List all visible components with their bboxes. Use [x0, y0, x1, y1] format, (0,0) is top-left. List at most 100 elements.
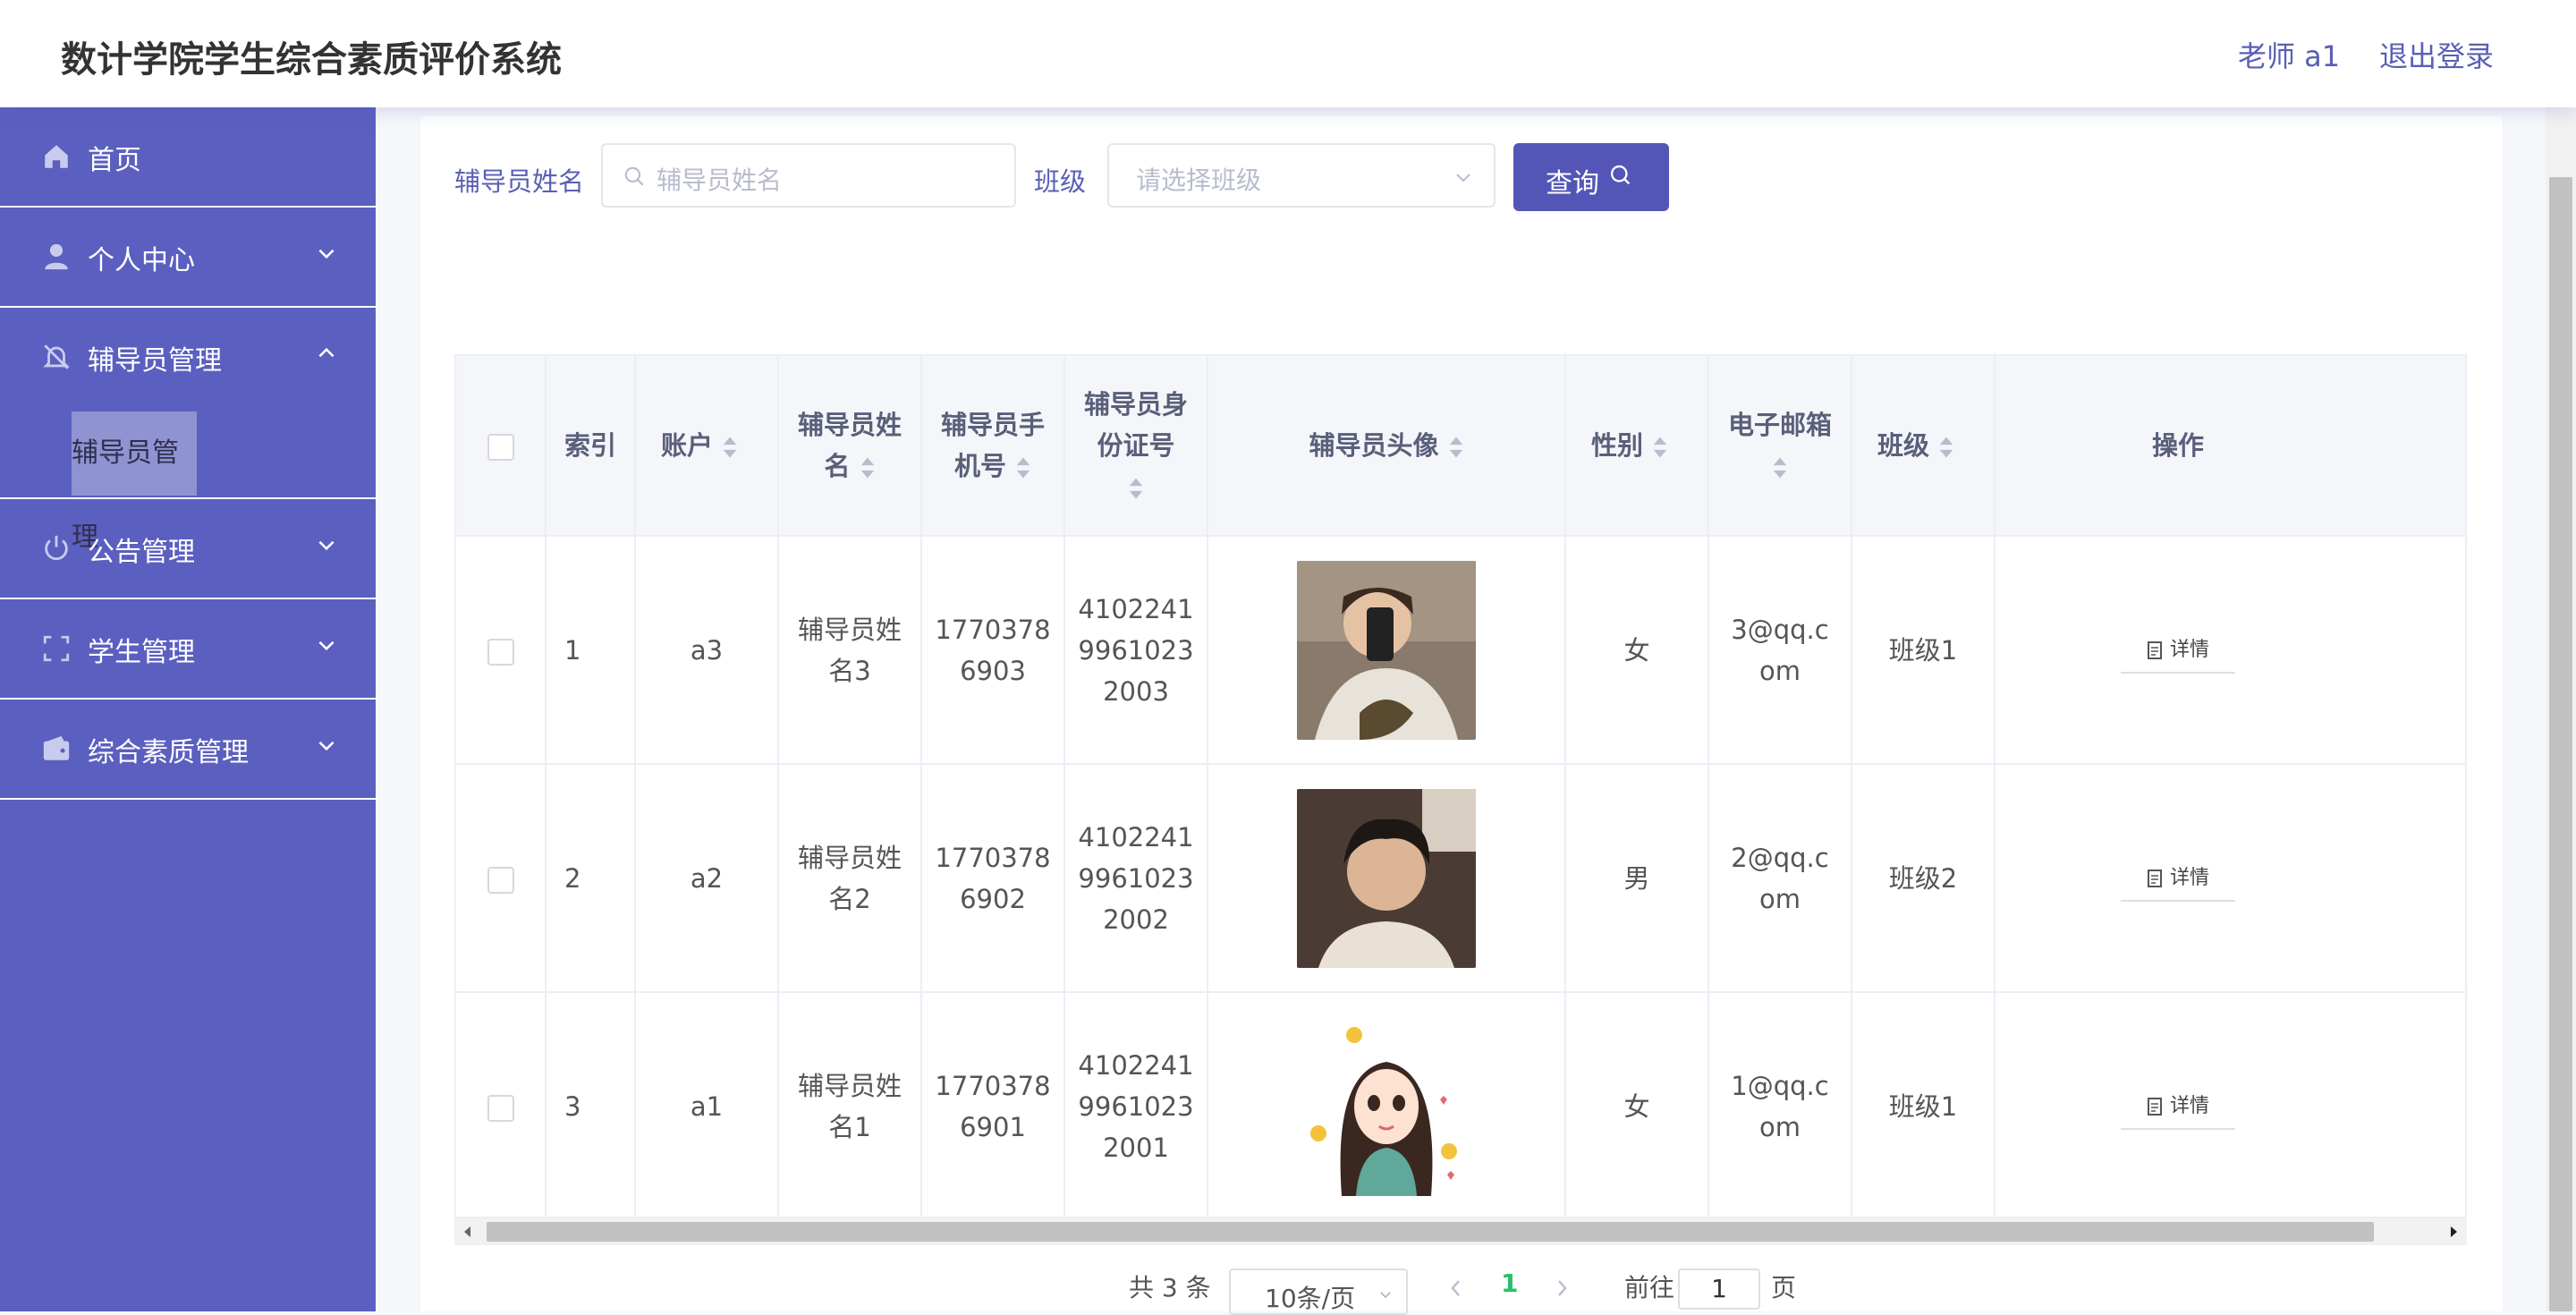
- cell-gender: 男: [1565, 764, 1709, 993]
- cell-phone-part2: 6901: [960, 1111, 1026, 1142]
- sidebar-item-label: 辅导员管理: [88, 345, 222, 377]
- current-user[interactable]: 老师 a1: [2238, 34, 2340, 75]
- cell-index-value: 3: [564, 1090, 581, 1122]
- page-vertical-scrollbar[interactable]: [2546, 107, 2576, 1311]
- class-select[interactable]: 请选择班级: [1107, 143, 1496, 208]
- sort-icon[interactable]: [1772, 456, 1788, 479]
- row-checkbox[interactable]: [487, 866, 514, 894]
- sidebar-item-counselor-management[interactable]: 辅导员管理: [0, 308, 376, 408]
- chevron-up-icon: [318, 347, 335, 358]
- sidebar-item-profile[interactable]: 个人中心: [0, 208, 376, 308]
- cell-email-part1: 2@qq.c: [1731, 842, 1829, 873]
- header-ops-label: 操作: [2151, 430, 2204, 461]
- counselor-name-input[interactable]: 辅导员姓名: [601, 143, 1016, 208]
- cell-index-value: 1: [564, 634, 581, 666]
- cell-index: 3: [546, 992, 636, 1217]
- prev-page-icon[interactable]: [1447, 1277, 1465, 1299]
- next-page-icon[interactable]: [1553, 1277, 1571, 1299]
- sort-icon[interactable]: [1128, 477, 1144, 500]
- sidebar-item-quality-management[interactable]: 综合素质管理: [0, 700, 376, 800]
- header-id-number[interactable]: 辅导员身 份证号: [1064, 356, 1208, 537]
- submenu-item-counselor-management[interactable]: 辅导员管理: [72, 411, 197, 553]
- vertical-scroll-thumb[interactable]: [2549, 177, 2572, 1311]
- cell-name: 辅导员姓 名3: [778, 536, 922, 765]
- header-account-label: 账户: [661, 430, 714, 461]
- scroll-left-icon[interactable]: [462, 1225, 474, 1239]
- chevron-down-icon: [318, 641, 335, 651]
- header-name[interactable]: 辅导员姓名: [778, 356, 922, 537]
- document-icon: [2147, 1098, 2162, 1116]
- table-horizontal-scrollbar[interactable]: [454, 1218, 2467, 1245]
- table-row: 3 a1 辅导员姓 名1 1770378 6901 4102241 9961023 20…: [456, 992, 2465, 1217]
- header-phone-label-2: 机号: [953, 451, 1006, 481]
- sort-icon[interactable]: [1652, 436, 1668, 459]
- cell-name-part2: 名1: [828, 1111, 871, 1142]
- header-gender[interactable]: 性别: [1565, 356, 1709, 537]
- home-icon: [45, 145, 68, 168]
- counselor-name-label: 辅导员姓名: [454, 166, 585, 197]
- cell-id-part2: 9961023: [1078, 1090, 1194, 1122]
- chevron-down-icon: [318, 249, 335, 259]
- class-label: 班级: [1034, 166, 1087, 197]
- cell-phone: 1770378 6902: [921, 764, 1065, 993]
- sort-icon[interactable]: [1015, 456, 1031, 479]
- cell-account-value: a1: [690, 1090, 724, 1122]
- cell-id-part3: 2002: [1103, 904, 1169, 935]
- cell-class-value: 班级1: [1888, 634, 1958, 666]
- pagination-goto-input[interactable]: 1: [1678, 1268, 1760, 1310]
- header-gender-label: 性别: [1591, 430, 1644, 461]
- pagination-current-page[interactable]: 1: [1501, 1268, 1518, 1298]
- pagination-page-suffix: 页: [1771, 1273, 1797, 1302]
- header-phone[interactable]: 辅导员手 机号: [921, 356, 1065, 537]
- cell-class-value: 班级2: [1888, 862, 1958, 894]
- page-size-value: 10条/页: [1265, 1284, 1356, 1313]
- detail-button[interactable]: 详情: [2121, 632, 2235, 674]
- sidebar-item-label: 首页: [88, 145, 141, 176]
- header-name-label: 辅导员姓: [797, 410, 902, 440]
- submenu-counselor: 辅导员管理: [0, 408, 376, 553]
- cell-email-part2: om: [1759, 1111, 1801, 1142]
- cell-name: 辅导员姓 名1: [778, 992, 922, 1217]
- header-id-label: 辅导员身: [1083, 389, 1188, 420]
- page-size-select[interactable]: 10条/页: [1229, 1268, 1408, 1315]
- table-header-row: 索引 账户 辅导员姓名 辅导员手 机号 辅导员身 份证号 辅导员头像 性别 电子邮箱…: [456, 356, 2465, 537]
- header-index-label: 索引: [564, 430, 617, 461]
- header-name-label-2: 名: [824, 451, 851, 481]
- avatar-cartoon: [1297, 1016, 1476, 1196]
- sort-icon[interactable]: [722, 436, 738, 459]
- pagination-total: 共 3 条: [1129, 1273, 1211, 1302]
- row-checkbox[interactable]: [487, 638, 514, 666]
- logout-link[interactable]: 退出登录: [2379, 34, 2494, 75]
- table-row: 2 a2 辅导员姓 名2 1770378 6902 4102241 9961023 20…: [456, 764, 2465, 993]
- pagination-goto-label: 前往: [1624, 1273, 1675, 1302]
- detail-button-label: 详情: [2169, 867, 2209, 889]
- cell-phone: 1770378 6901: [921, 992, 1065, 1217]
- cell-id-part3: 2003: [1103, 675, 1169, 707]
- table-row: 1 a3 辅导员姓 名3 1770378 6903 4102241 9961023 20…: [456, 536, 2465, 765]
- detail-button[interactable]: 详情: [2121, 861, 2235, 902]
- cell-gender-value: 男: [1623, 862, 1650, 894]
- cell-ops: 详情: [1995, 992, 2465, 1217]
- sidebar-item-notice-management[interactable]: 公告管理: [0, 499, 376, 599]
- sort-icon[interactable]: [860, 456, 876, 479]
- header-avatar[interactable]: 辅导员头像: [1208, 356, 1566, 537]
- cell-account: a3: [635, 536, 779, 765]
- header-class[interactable]: 班级: [1852, 356, 1996, 537]
- avatar-photo: [1297, 788, 1476, 968]
- sidebar-item-student-management[interactable]: 学生管理: [0, 599, 376, 700]
- cell-phone-part2: 6903: [960, 655, 1026, 686]
- select-all-checkbox[interactable]: [487, 434, 514, 461]
- sort-icon[interactable]: [1938, 436, 1954, 459]
- query-button[interactable]: 查询: [1513, 143, 1669, 211]
- scroll-right-icon[interactable]: [2447, 1225, 2460, 1239]
- select-all-cell: [456, 356, 547, 537]
- row-select-cell: [456, 536, 547, 765]
- header-account[interactable]: 账户: [635, 356, 779, 537]
- sort-icon[interactable]: [1448, 436, 1464, 459]
- horizontal-scroll-thumb[interactable]: [487, 1222, 2374, 1242]
- sidebar-item-home[interactable]: 首页: [0, 107, 376, 208]
- detail-button[interactable]: 详情: [2121, 1089, 2235, 1130]
- header-email[interactable]: 电子邮箱: [1708, 356, 1852, 537]
- header-class-label: 班级: [1877, 430, 1930, 461]
- row-checkbox[interactable]: [487, 1094, 514, 1122]
